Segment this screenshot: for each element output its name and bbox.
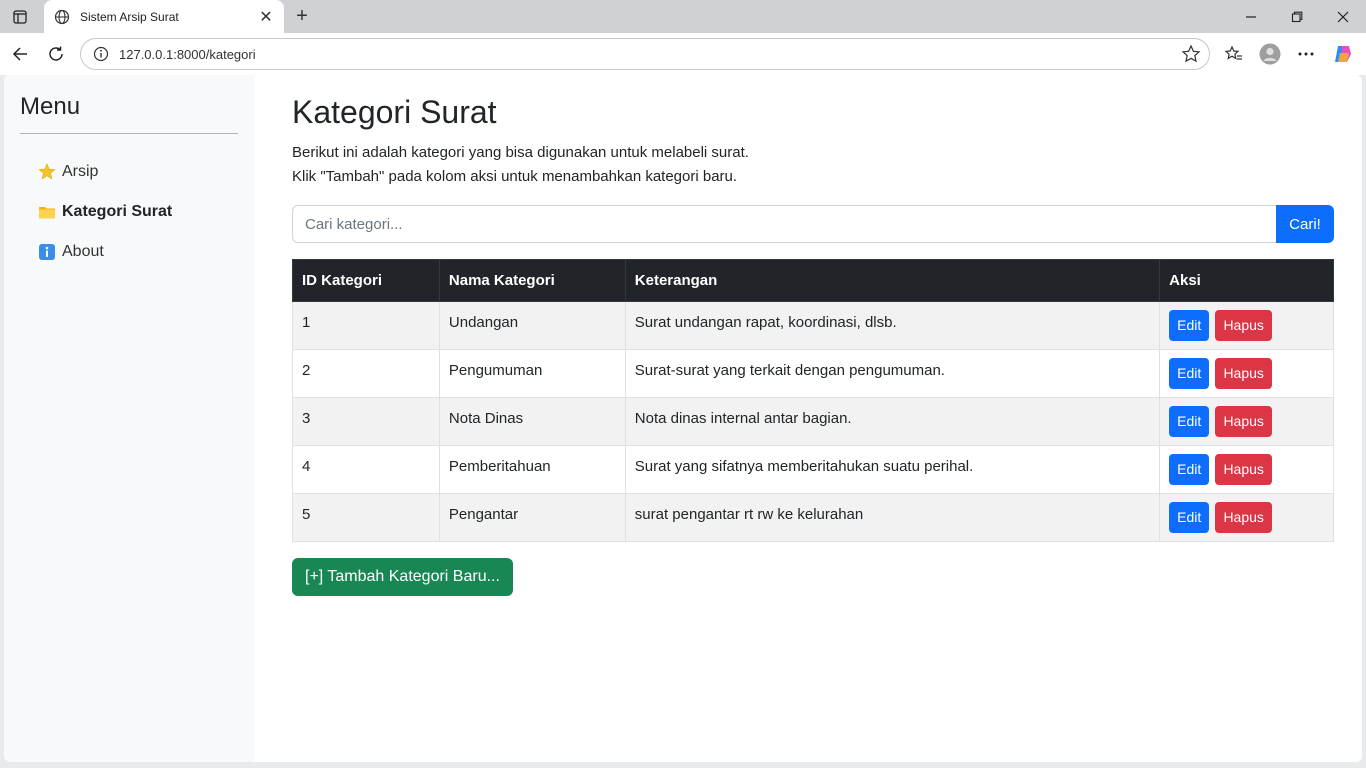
favorite-star-icon[interactable] xyxy=(1181,44,1201,64)
edit-button[interactable]: Edit xyxy=(1169,358,1210,389)
cell-id: 1 xyxy=(292,301,440,350)
browser-tabbar: Sistem Arsip Surat ✕ + xyxy=(0,0,1366,33)
cell-keterangan: Surat yang sifatnya memberitahukan suatu… xyxy=(624,445,1161,494)
url-text: 127.0.0.1:8000/kategori xyxy=(119,46,256,62)
delete-button[interactable]: Hapus xyxy=(1215,502,1272,533)
page-description: Berikut ini adalah kategori yang bisa di… xyxy=(292,141,1334,189)
edit-button[interactable]: Edit xyxy=(1169,454,1210,485)
page-title: Kategori Surat xyxy=(292,94,497,130)
cell-id: 2 xyxy=(292,349,440,398)
cell-aksi: Edit Hapus xyxy=(1159,445,1334,494)
close-window-icon[interactable] xyxy=(1320,0,1366,33)
copilot-icon[interactable] xyxy=(1331,42,1355,66)
table-row: 5 Pengantar surat pengantar rt rw ke kel… xyxy=(292,493,1334,542)
table-header-row: ID Kategori Nama Kategori Keterangan Aks… xyxy=(292,259,1334,302)
description-line-2: Klik "Tambah" pada kolom aksi untuk mena… xyxy=(292,168,738,185)
tab-actions-icon[interactable] xyxy=(8,6,32,28)
sidebar-item-label: Arsip xyxy=(62,163,99,180)
table-row: 1 Undangan Surat undangan rapat, koordin… xyxy=(292,301,1334,350)
table-row: 4 Pemberitahuan Surat yang sifatnya memb… xyxy=(292,445,1334,494)
page-viewport: Menu Arsip Kategori Surat About Kategori… xyxy=(4,75,1362,762)
header-aksi: Aksi xyxy=(1159,259,1334,302)
address-bar[interactable]: 127.0.0.1:8000/kategori xyxy=(80,38,1210,70)
main-content: Kategori Surat Berikut ini adalah katego… xyxy=(292,75,1334,596)
cell-keterangan: Surat undangan rapat, koordinasi, dlsb. xyxy=(624,301,1161,350)
delete-button[interactable]: Hapus xyxy=(1215,454,1272,485)
sidebar-item-kategori[interactable]: Kategori Surat xyxy=(20,192,238,232)
sidebar-item-arsip[interactable]: Arsip xyxy=(20,152,238,192)
header-id: ID Kategori xyxy=(292,259,440,302)
cell-keterangan: Nota dinas internal antar bagian. xyxy=(624,397,1161,446)
edit-button[interactable]: Edit xyxy=(1169,502,1210,533)
menu-title: Menu xyxy=(20,93,238,134)
header-nama: Nama Kategori xyxy=(438,259,626,302)
globe-icon xyxy=(54,9,70,25)
cell-nama: Undangan xyxy=(438,301,626,350)
reload-icon[interactable] xyxy=(42,40,70,68)
minimize-icon[interactable] xyxy=(1228,0,1274,33)
tab-title: Sistem Arsip Surat xyxy=(80,9,179,24)
cell-keterangan: Surat-surat yang terkait dengan pengumum… xyxy=(624,349,1161,398)
cell-aksi: Edit Hapus xyxy=(1159,301,1334,350)
table-row: 2 Pengumuman Surat-surat yang terkait de… xyxy=(292,349,1334,398)
profile-avatar-icon[interactable] xyxy=(1258,42,1282,66)
header-keterangan: Keterangan xyxy=(624,259,1161,302)
add-category-button[interactable]: [+] Tambah Kategori Baru... xyxy=(292,558,513,596)
close-tab-icon[interactable]: ✕ xyxy=(258,7,274,27)
browser-tab[interactable]: Sistem Arsip Surat ✕ xyxy=(44,0,284,33)
cell-nama: Nota Dinas xyxy=(438,397,626,446)
cell-keterangan: surat pengantar rt rw ke kelurahan xyxy=(624,493,1161,542)
site-info-icon[interactable] xyxy=(93,46,109,62)
star-icon xyxy=(38,163,56,181)
favorites-icon[interactable] xyxy=(1222,42,1246,66)
table-row: 3 Nota Dinas Nota dinas internal antar b… xyxy=(292,397,1334,446)
sidebar-item-label: About xyxy=(62,243,104,260)
sidebar: Menu Arsip Kategori Surat About xyxy=(4,75,254,762)
cell-nama: Pengantar xyxy=(438,493,626,542)
edit-button[interactable]: Edit xyxy=(1169,406,1210,437)
edit-button[interactable]: Edit xyxy=(1169,310,1210,341)
browser-toolbar: 127.0.0.1:8000/kategori xyxy=(0,33,1366,75)
restore-icon[interactable] xyxy=(1274,0,1320,33)
folder-icon xyxy=(38,203,56,221)
search-button[interactable]: Cari! xyxy=(1276,205,1334,243)
back-icon[interactable] xyxy=(6,40,34,68)
info-icon xyxy=(38,243,56,261)
delete-button[interactable]: Hapus xyxy=(1215,310,1272,341)
cell-aksi: Edit Hapus xyxy=(1159,493,1334,542)
cell-nama: Pengumuman xyxy=(438,349,626,398)
sidebar-item-about[interactable]: About xyxy=(20,232,238,272)
delete-button[interactable]: Hapus xyxy=(1215,358,1272,389)
cell-id: 3 xyxy=(292,397,440,446)
cell-nama: Pemberitahuan xyxy=(438,445,626,494)
new-tab-icon[interactable]: + xyxy=(290,4,314,28)
description-line-1: Berikut ini adalah kategori yang bisa di… xyxy=(292,144,749,161)
search-input[interactable] xyxy=(292,205,1276,243)
more-options-icon[interactable] xyxy=(1294,42,1318,66)
delete-button[interactable]: Hapus xyxy=(1215,406,1272,437)
search-group: Cari! xyxy=(292,205,1334,243)
cell-id: 4 xyxy=(292,445,440,494)
sidebar-item-label: Kategori Surat xyxy=(62,203,173,220)
cell-aksi: Edit Hapus xyxy=(1159,397,1334,446)
cell-id: 5 xyxy=(292,493,440,542)
category-table: ID Kategori Nama Kategori Keterangan Aks… xyxy=(292,259,1334,542)
cell-aksi: Edit Hapus xyxy=(1159,349,1334,398)
